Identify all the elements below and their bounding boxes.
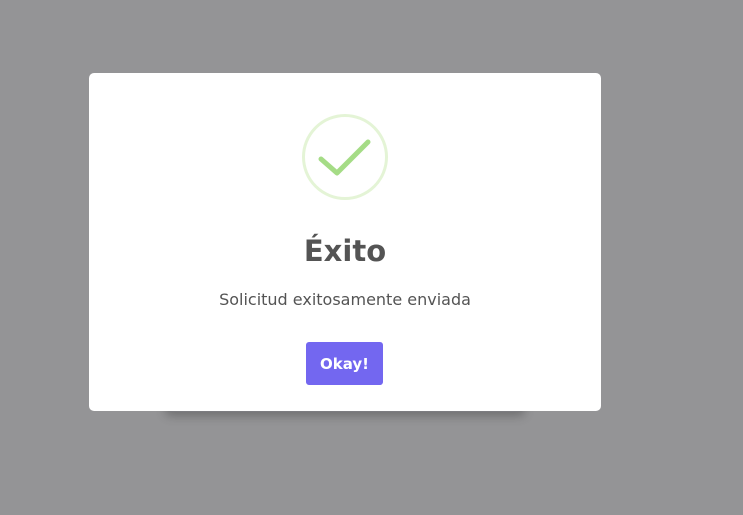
- success-dialog: Éxito Solicitud exitosamente enviada Oka…: [89, 73, 601, 411]
- okay-button[interactable]: Okay!: [306, 342, 383, 385]
- dialog-title: Éxito: [303, 234, 387, 268]
- dialog-message: Solicitud exitosamente enviada: [219, 290, 471, 309]
- success-check-icon: [302, 114, 388, 200]
